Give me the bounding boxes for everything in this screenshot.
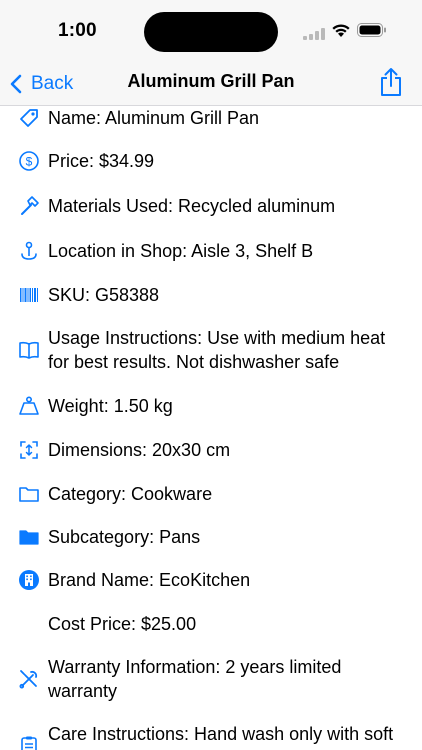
clipboard-icon (18, 735, 40, 750)
tag-icon (18, 107, 40, 129)
dollar-circle-icon: $ (18, 150, 40, 172)
status-bar: 1:00 (0, 0, 422, 62)
folder-icon (18, 483, 40, 505)
hammer-icon (18, 195, 40, 217)
dynamic-island (144, 12, 278, 52)
barcode-icon (18, 284, 40, 306)
svg-text:$: $ (26, 155, 33, 169)
list-item-text: Usage Instructions: Use with medium heat… (48, 328, 386, 372)
list-item-text: Subcategory: Pans (48, 527, 201, 547)
battery-icon (357, 23, 386, 37)
list-item-text: Dimensions: 20x30 cm (48, 440, 231, 460)
product-detail-list: Name: Aluminum Grill Pan $ Price: $34.99… (0, 106, 422, 750)
status-time: 1:00 (58, 20, 97, 41)
weight-icon (18, 395, 40, 417)
building-circle-icon (18, 569, 40, 591)
location-pin-icon (18, 240, 40, 262)
list-item-text: Cost Price: $25.00 (48, 614, 197, 634)
list-item-text: Weight: 1.50 kg (48, 396, 173, 416)
list-item-text: Care Instructions: Hand wash only with s… (48, 724, 394, 744)
wrench-screwdriver-icon (18, 668, 40, 690)
list-item-text: Location in Shop: Aisle 3, Shelf B (48, 241, 314, 261)
list-item-text: Category: Cookware (48, 484, 213, 504)
dimensions-icon (18, 439, 40, 461)
navigation-bar: Back Aluminum Grill Pan (0, 62, 422, 106)
folder-filled-icon (18, 526, 40, 548)
cellular-signal-icon (303, 28, 325, 40)
book-icon (18, 339, 40, 361)
wifi-icon (332, 24, 350, 37)
share-icon[interactable] (379, 67, 403, 97)
list-item-text: Warranty Information: 2 years limited wa… (48, 657, 342, 701)
list-item-text: Materials Used: Recycled aluminum (48, 196, 336, 216)
list-item-text: Name: Aluminum Grill Pan (48, 108, 260, 128)
page-title: Aluminum Grill Pan (127, 71, 295, 91)
list-item-text: Price: $34.99 (48, 151, 155, 171)
list-item-text: Brand Name: EcoKitchen (48, 570, 251, 590)
list-item-text: SKU: G58388 (48, 285, 160, 305)
